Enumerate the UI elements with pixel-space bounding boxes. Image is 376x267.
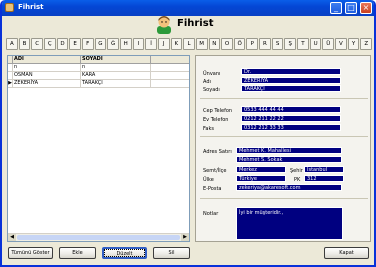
maximize-button[interactable]: □ — [345, 2, 357, 14]
page-title: Fihrist — [177, 18, 214, 29]
close-button[interactable]: × — [360, 2, 372, 14]
app-icon — [5, 3, 14, 12]
delete-button[interactable]: Sil — [153, 247, 190, 259]
scroll-left-icon[interactable]: ◀ — [8, 234, 16, 241]
label-eposta: E-Posta — [203, 186, 222, 192]
letter-button[interactable]: B — [18, 38, 31, 50]
divider — [200, 98, 368, 99]
letter-button[interactable]: L — [183, 38, 195, 50]
ulke-field[interactable]: Türkiye — [236, 175, 286, 182]
minimize-button[interactable]: _ — [330, 2, 342, 14]
letter-button[interactable]: V — [335, 38, 347, 50]
soyadi-field[interactable]: TARAKÇI — [241, 85, 341, 92]
letter-button[interactable]: P — [246, 38, 259, 50]
label-ulke: Ülke — [203, 177, 214, 183]
label-adi: Adı — [203, 79, 211, 85]
scroll-right-icon[interactable]: ▶ — [181, 234, 189, 241]
contact-person-icon — [157, 16, 171, 34]
scroll-thumb[interactable] — [17, 235, 180, 240]
letter-button[interactable]: C — [31, 38, 43, 50]
letter-button[interactable]: K — [170, 38, 183, 50]
cell-soyadi[interactable]: n — [81, 64, 151, 71]
letter-button[interactable]: H — [119, 38, 132, 50]
letter-button[interactable]: D — [56, 38, 69, 50]
letter-button[interactable]: G — [94, 38, 107, 50]
unvan-field[interactable]: Dr. — [241, 68, 341, 75]
cep-telefon-field[interactable]: 0533 444 44 44 — [241, 106, 341, 113]
label-unvan: Ünvanı — [203, 71, 221, 77]
eposta-field[interactable]: zekeriya@akaresoft.com — [236, 184, 342, 191]
letter-button[interactable]: T — [297, 38, 309, 50]
letter-button[interactable]: R — [259, 38, 271, 50]
cell-adi[interactable]: ZEKERİYA — [13, 80, 81, 87]
grid-header: ADI SOYADI — [8, 56, 189, 64]
cell-soyadi[interactable]: KARA — [81, 72, 151, 79]
label-adres: Adres Satırı — [203, 149, 232, 155]
label-faks: Faks — [203, 126, 214, 132]
semt-field[interactable]: Merkez — [236, 166, 286, 173]
label-soyadi: Soyadı — [203, 87, 220, 93]
letter-button[interactable]: A — [6, 38, 18, 50]
main-window: Fihrist _ □ × Fihrist ABCÇDEFGĞHIİJKLMNO… — [0, 0, 376, 267]
label-sehir: Şehir — [290, 168, 303, 174]
sehir-field[interactable]: İstanbul — [304, 166, 344, 173]
adres-line1-field[interactable]: Mehmet K. Mahallesi — [236, 147, 342, 154]
cell-soyadi[interactable]: TARAKÇI — [81, 80, 151, 87]
adres-line2-field[interactable]: Mehmet S. Sokak — [236, 156, 342, 163]
label-ev: Ev Telefon — [203, 117, 229, 123]
letter-button[interactable]: E — [69, 38, 81, 50]
cell-adi[interactable]: OSMAN — [13, 72, 81, 79]
label-semt: Semt/İlçe — [203, 168, 227, 174]
letter-button[interactable]: Ü — [322, 38, 335, 50]
edit-button[interactable]: Düzelt — [102, 247, 147, 259]
letter-button[interactable]: Ğ — [107, 38, 119, 50]
window-title: Fihrist — [18, 3, 44, 11]
faks-field[interactable]: 0312 212 33 33 — [241, 124, 341, 131]
adi-field[interactable]: ZEKERİYA — [241, 77, 341, 84]
header: Fihrist — [2, 14, 374, 36]
pk-field[interactable]: 312 — [304, 175, 344, 182]
notlar-memo[interactable]: İyi bir müşteridir., — [236, 207, 343, 240]
letter-button[interactable]: Ş — [284, 38, 297, 50]
table-row[interactable]: ▶ ZEKERİYA TARAKÇI — [8, 80, 189, 88]
letter-button[interactable]: Ç — [43, 38, 56, 50]
table-row[interactable]: OSMAN KARA — [8, 72, 189, 80]
label-cep: Cep Telefon — [203, 108, 233, 114]
letter-button[interactable]: İ — [145, 38, 157, 50]
letter-button[interactable]: O — [221, 38, 233, 50]
letter-button[interactable]: F — [81, 38, 94, 50]
label-pk: PK — [294, 177, 301, 183]
letter-button[interactable]: J — [157, 38, 170, 50]
divider — [200, 198, 368, 199]
add-button[interactable]: Ekle — [59, 247, 96, 259]
letter-button[interactable]: S — [271, 38, 284, 50]
column-header-soyadi[interactable]: SOYADI — [81, 56, 151, 63]
letter-button[interactable]: Y — [347, 38, 360, 50]
letter-button[interactable]: U — [309, 38, 322, 50]
letter-button[interactable]: Ö — [233, 38, 246, 50]
divider — [200, 136, 368, 137]
label-notlar: Notlar — [203, 211, 219, 217]
letter-button[interactable]: M — [195, 38, 208, 50]
cell-adi[interactable]: n — [13, 64, 81, 71]
horizontal-scrollbar[interactable]: ◀ ▶ — [8, 233, 189, 241]
show-all-button[interactable]: Tümünü Göster — [8, 247, 53, 259]
details-panel: Ünvanı Dr. Adı ZEKERİYA Soyadı TARAKÇI C… — [195, 55, 371, 242]
contacts-grid[interactable]: ADI SOYADI n n OSMAN KARA ▶ ZEKERİYA TAR… — [7, 55, 190, 242]
letter-button[interactable]: N — [208, 38, 221, 50]
close-app-button[interactable]: Kapat — [324, 247, 369, 259]
letter-button[interactable]: I — [132, 38, 145, 50]
alphabet-filter-bar: ABCÇDEFGĞHIİJKLMNOÖPRSŞTUÜVYZ — [6, 38, 373, 50]
table-row[interactable]: n n — [8, 64, 189, 72]
column-header-adi[interactable]: ADI — [13, 56, 81, 63]
ev-telefon-field[interactable]: 0212 211 22 22 — [241, 115, 341, 122]
letter-button[interactable]: Z — [360, 38, 373, 50]
